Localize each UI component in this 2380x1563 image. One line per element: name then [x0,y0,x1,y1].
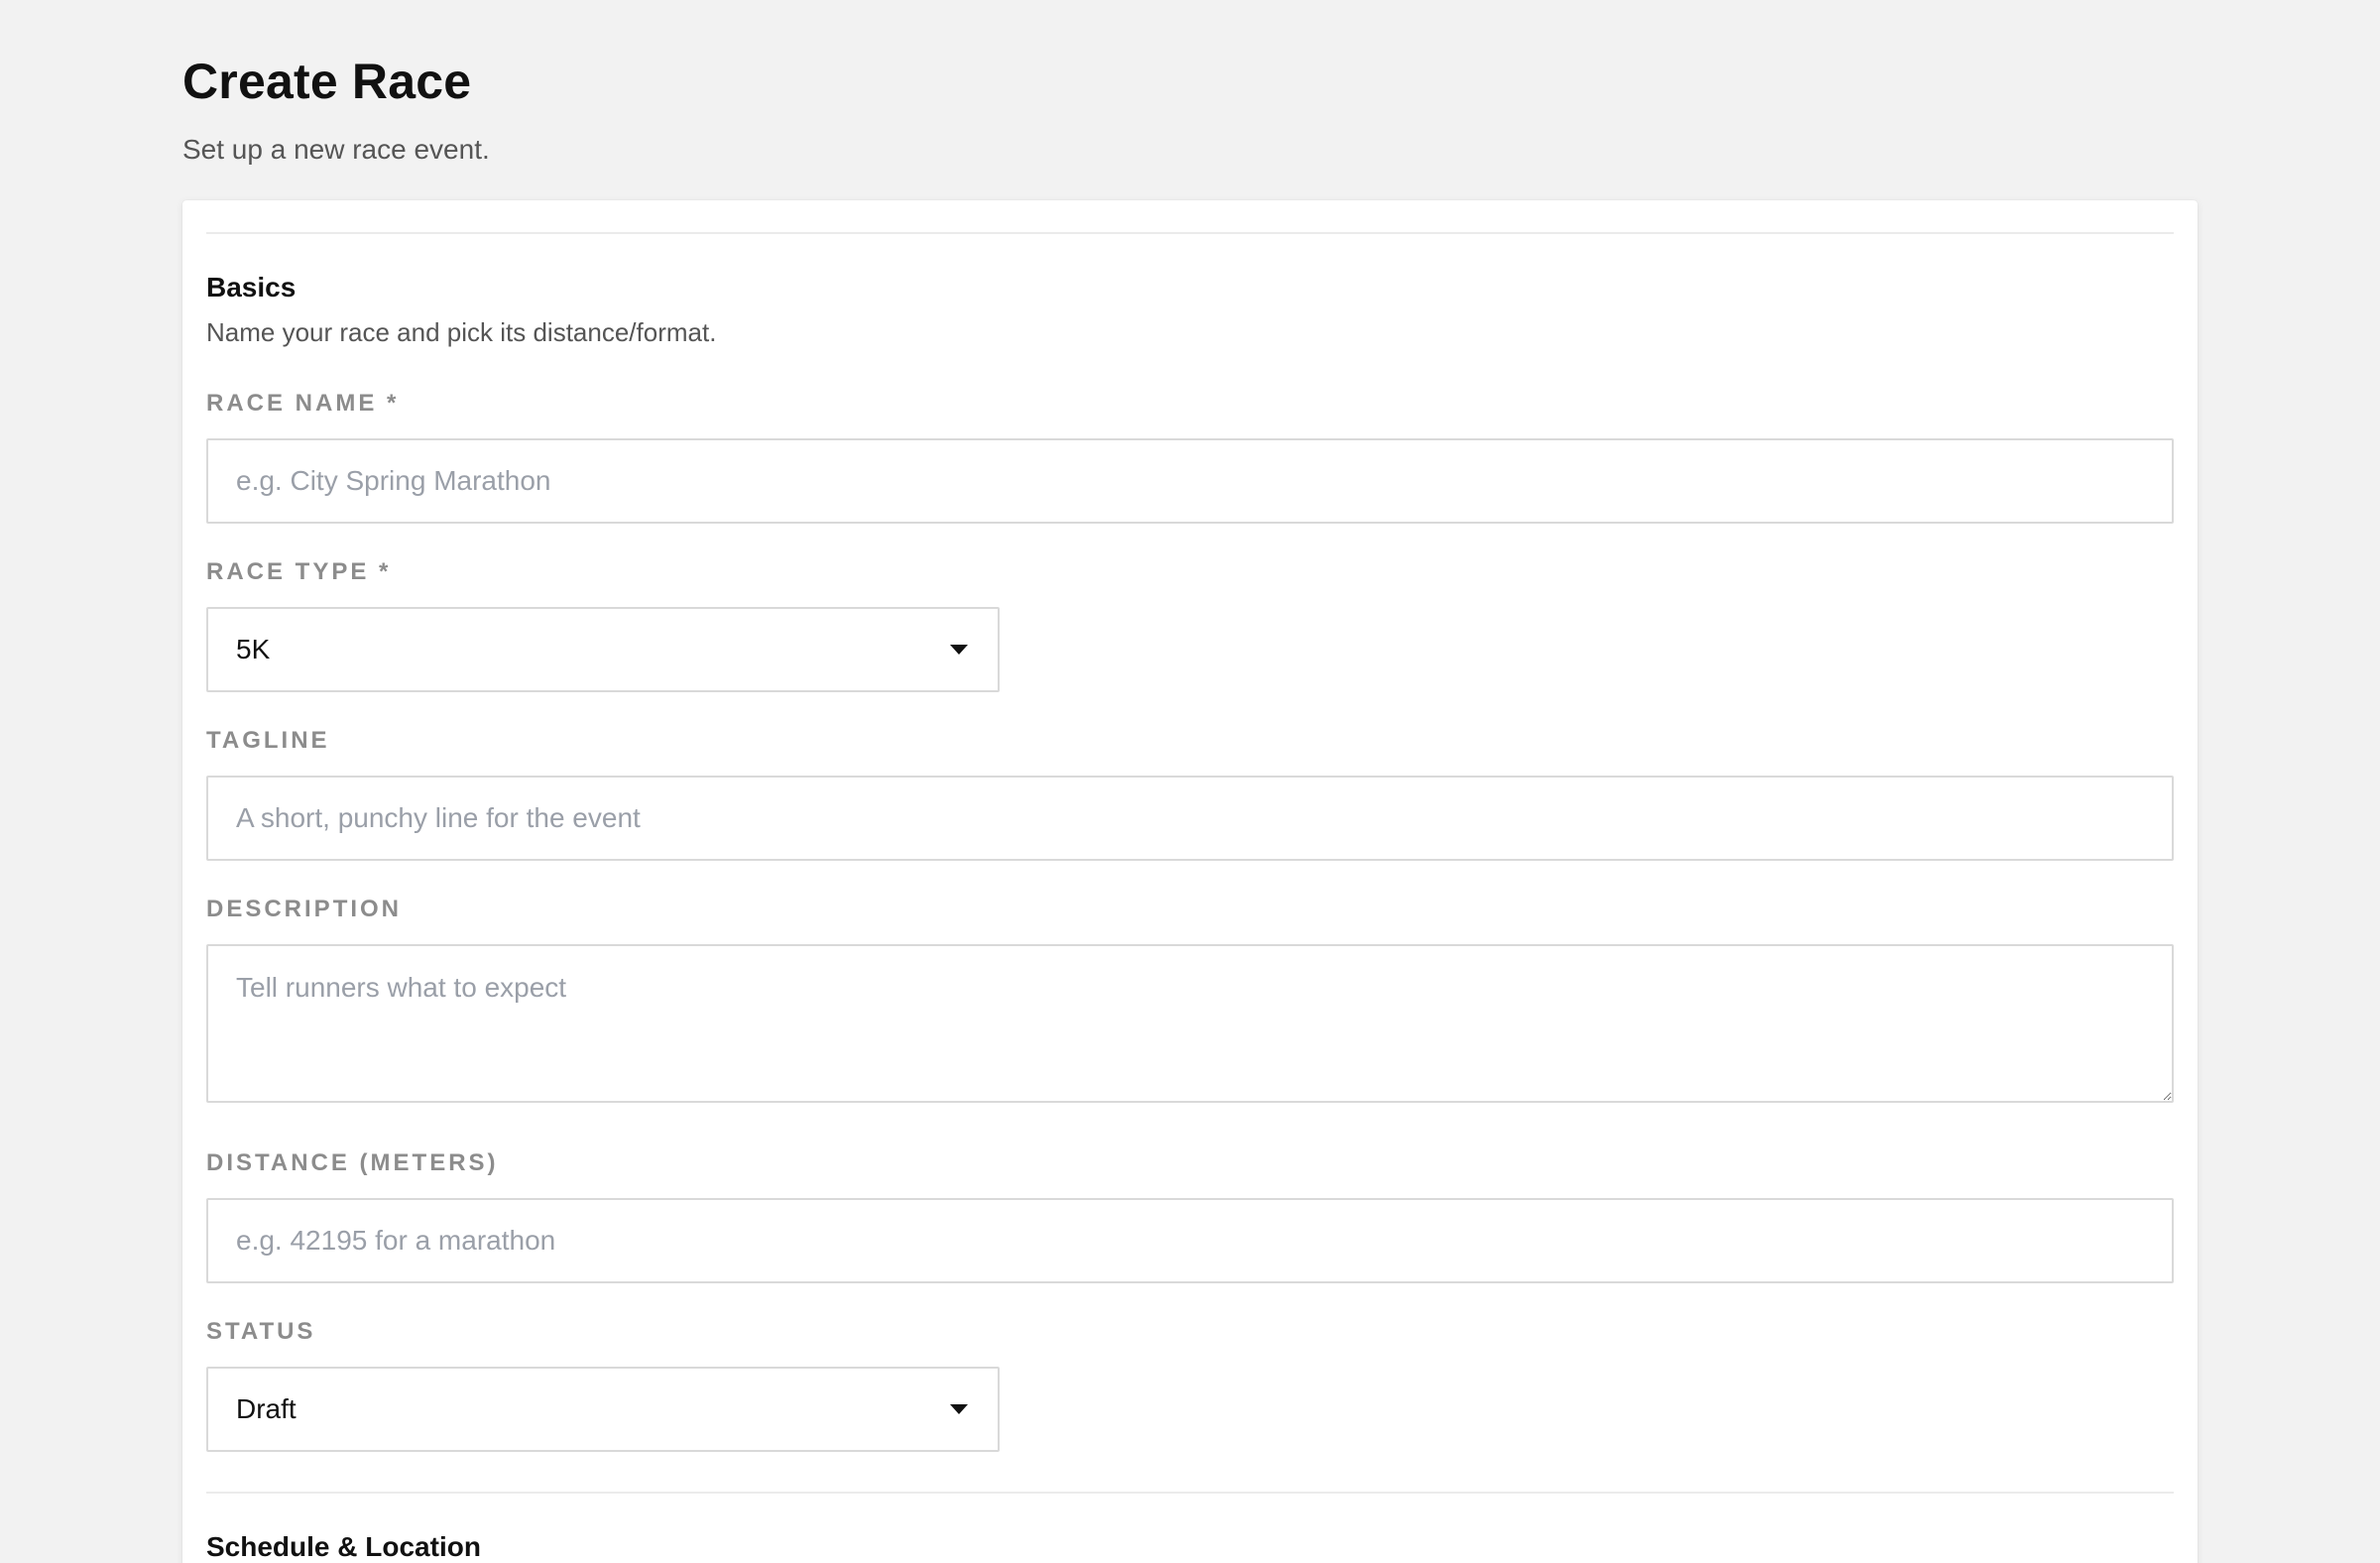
description-textarea[interactable] [206,944,2174,1103]
race-name-label: RACE NAME * [206,390,400,417]
create-race-page: Create Race Set up a new race event. Bas… [0,0,2380,1563]
race-name-input[interactable] [206,438,2174,524]
chevron-down-icon [950,645,968,655]
section-divider [206,232,2174,234]
description-label: DESCRIPTION [206,896,403,922]
race-type-select[interactable]: 5K [206,607,1000,692]
distance-label: DISTANCE (METERS) [206,1149,499,1176]
chevron-down-icon [950,1404,968,1414]
schedule-section-title: Schedule & Location [206,1531,481,1562]
status-select[interactable]: Draft [206,1367,1000,1452]
distance-input[interactable] [206,1198,2174,1283]
status-selected-value: Draft [236,1393,297,1424]
tagline-label: TAGLINE [206,727,330,754]
race-form-card: Basics Name your race and pick its dista… [182,200,2198,1563]
basics-section-title: Basics [206,272,297,302]
race-type-label: RACE TYPE * [206,558,392,585]
tagline-input[interactable] [206,776,2174,861]
page-subtitle: Set up a new race event. [182,134,490,165]
section-divider [206,1492,2174,1494]
page-title: Create Race [182,54,472,109]
status-label: STATUS [206,1318,316,1345]
basics-section-description: Name your race and pick its distance/for… [206,317,717,347]
race-type-selected-value: 5K [236,634,271,664]
